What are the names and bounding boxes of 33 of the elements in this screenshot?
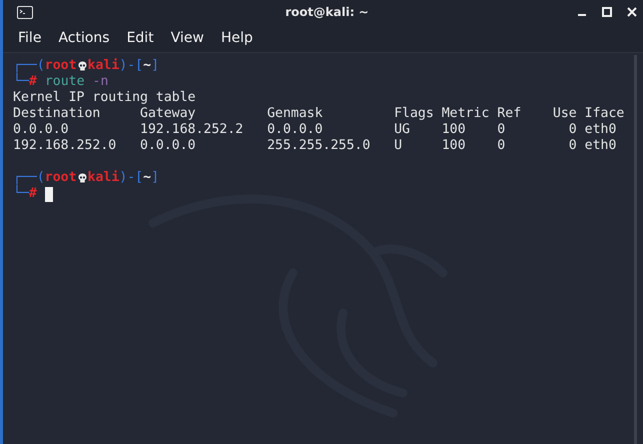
output-line: Destination Gateway Genmask Flags Metric Ref Use Iface <box>13 106 624 122</box>
output-line: 0.0.0.0 192.168.252.2 0.0.0.0 UG 100 0 0 eth0 <box>13 122 616 138</box>
command-argument: -n <box>92 74 108 90</box>
output-line: Kernel IP routing table <box>13 90 196 106</box>
menu-item[interactable]: Actions <box>58 30 110 46</box>
menu-item[interactable]: Help <box>220 30 253 46</box>
menu-item[interactable]: Edit <box>126 30 154 46</box>
window-title: root@kali: ~ <box>284 5 370 19</box>
prompt-symbol: # <box>28 186 37 202</box>
skull-icon <box>78 61 87 71</box>
prompt-symbol: # <box>28 74 37 90</box>
prompt-frame: ] <box>151 58 160 74</box>
prompt-frame: ┌──( <box>13 58 45 74</box>
terminal-icon <box>17 6 33 18</box>
prompt-frame: └─ <box>13 186 29 202</box>
prompt-frame: └─ <box>13 74 29 90</box>
prompt-user: root <box>44 170 77 186</box>
menu-item[interactable]: File <box>18 30 42 46</box>
prompt-user: root <box>44 58 77 74</box>
output-line: 192.168.252.0 0.0.0.0 255.255.255.0 U 100 0 0 eth0 <box>13 138 616 154</box>
menu-item[interactable]: View <box>170 30 204 46</box>
prompt-host: kali <box>88 58 120 74</box>
prompt-host: kali <box>88 170 120 186</box>
command-name: route <box>44 74 85 90</box>
prompt-frame: )-[ <box>119 58 144 74</box>
maximize-icon[interactable] <box>602 7 612 17</box>
prompt-frame: ] <box>151 170 160 186</box>
prompt-directory: ~ <box>143 58 152 74</box>
prompt-frame: ┌──( <box>13 170 45 186</box>
close-icon[interactable] <box>627 7 637 17</box>
prompt-directory: ~ <box>143 170 152 186</box>
prompt-frame: )-[ <box>119 170 144 186</box>
skull-icon <box>78 173 87 183</box>
